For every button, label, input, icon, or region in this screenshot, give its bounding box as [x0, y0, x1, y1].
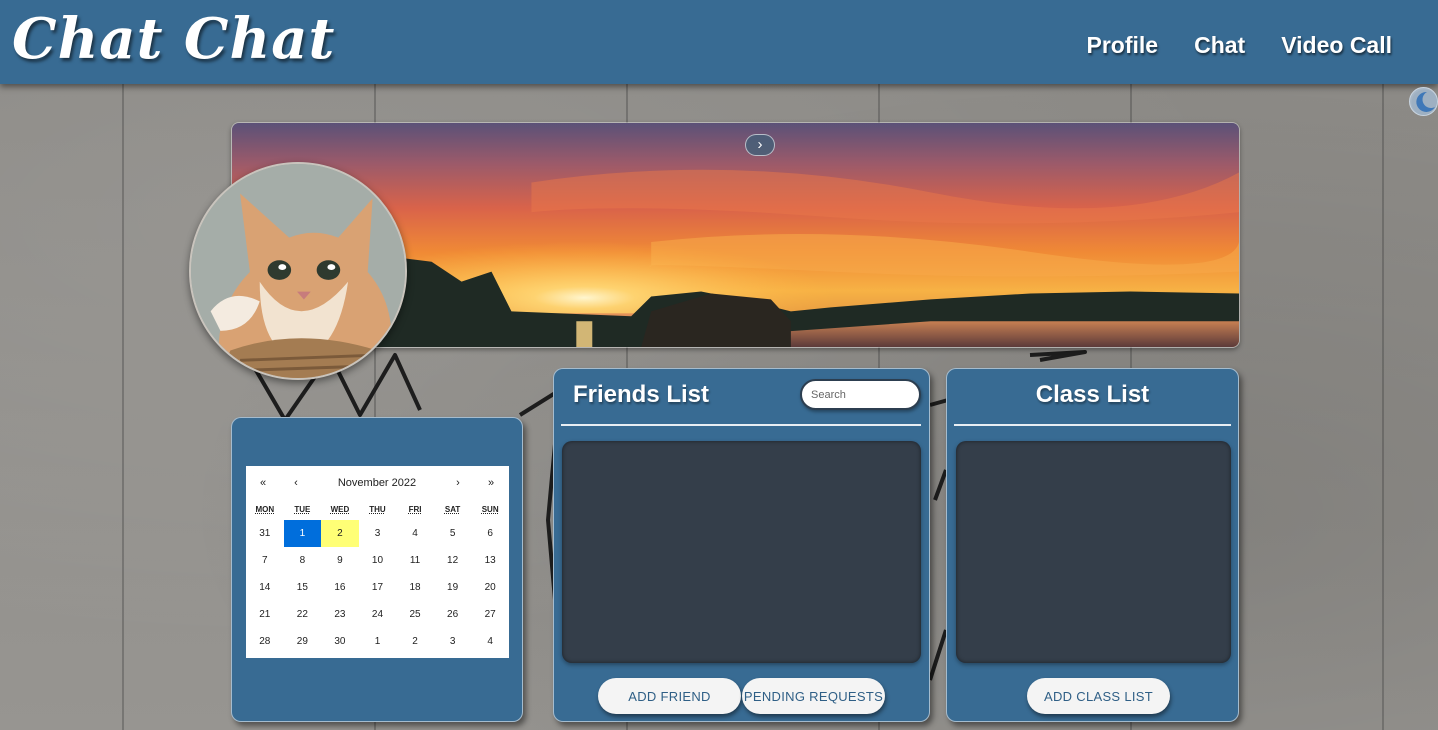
prev-month-button[interactable]: ‹ — [286, 475, 306, 491]
weekday-label: WED — [330, 505, 350, 514]
moon-icon[interactable] — [1409, 87, 1438, 116]
calendar-day[interactable]: 27 — [471, 601, 509, 628]
calendar-day[interactable]: 4 — [471, 628, 509, 655]
friends-list-area[interactable] — [562, 441, 921, 663]
calendar-day[interactable]: 29 — [284, 628, 322, 655]
calendar-day[interactable]: 14 — [246, 574, 284, 601]
add-friend-button[interactable]: ADD FRIEND — [598, 678, 741, 714]
top-navbar: Chat Chat Profile Chat Video Call — [0, 0, 1438, 84]
friends-search-input[interactable] — [800, 379, 921, 410]
calendar-day[interactable]: 20 — [471, 574, 509, 601]
next-year-button[interactable]: » — [481, 475, 501, 491]
banner-next-button[interactable]: › — [745, 134, 775, 156]
calendar-day[interactable]: 10 — [359, 547, 397, 574]
calendar-day[interactable]: 1 — [359, 628, 397, 655]
calendar-day[interactable]: 17 — [359, 574, 397, 601]
calendar-day[interactable]: 13 — [471, 547, 509, 574]
weekday-label: SAT — [444, 505, 461, 514]
calendar-day[interactable]: 18 — [396, 574, 434, 601]
pending-requests-button[interactable]: PENDING REQUESTS — [742, 678, 885, 714]
calendar-day[interactable]: 8 — [284, 547, 322, 574]
calendar-day[interactable]: 3 — [434, 628, 472, 655]
calendar-day[interactable]: 26 — [434, 601, 472, 628]
nav-links: Profile Chat Video Call — [1087, 32, 1392, 59]
calendar-day[interactable]: 2 — [396, 628, 434, 655]
calendar-day[interactable]: 2 — [321, 520, 359, 547]
calendar-day[interactable]: 16 — [321, 574, 359, 601]
weekday-label: FRI — [408, 505, 422, 514]
calendar-day[interactable]: 15 — [284, 574, 322, 601]
friends-list-title: Friends List — [573, 381, 710, 408]
calendar-day[interactable]: 24 — [359, 601, 397, 628]
divider — [954, 424, 1231, 426]
calendar: « ‹ November 2022 › » MON TUE WED THU FR… — [246, 466, 509, 658]
prev-year-button[interactable]: « — [253, 475, 273, 491]
calendar-day[interactable]: 9 — [321, 547, 359, 574]
nav-link-video-call[interactable]: Video Call — [1281, 32, 1392, 59]
class-list-title: Class List — [1035, 381, 1150, 408]
calendar-day[interactable]: 30 — [321, 628, 359, 655]
calendar-day[interactable]: 6 — [471, 520, 509, 547]
calendar-navigation: « ‹ November 2022 › » — [246, 466, 509, 500]
cat-profile-photo — [191, 164, 405, 378]
calendar-day[interactable]: 31 — [246, 520, 284, 547]
calendar-month-label[interactable]: November 2022 — [306, 475, 448, 491]
calendar-day[interactable]: 28 — [246, 628, 284, 655]
calendar-weekdays: MON TUE WED THU FRI SAT SUN — [246, 500, 509, 520]
calendar-day[interactable]: 21 — [246, 601, 284, 628]
class-list-panel: Class List ADD CLASS LIST — [946, 368, 1239, 722]
weekday-label: SUN — [481, 505, 499, 514]
calendar-panel: « ‹ November 2022 › » MON TUE WED THU FR… — [231, 417, 523, 722]
calendar-day[interactable]: 7 — [246, 547, 284, 574]
weekday-label: MON — [255, 505, 275, 514]
weekday-label: TUE — [294, 505, 311, 514]
friends-list-panel: Friends List ADD FRIEND PENDING REQUESTS — [553, 368, 930, 722]
next-month-button[interactable]: › — [448, 475, 468, 491]
calendar-day[interactable]: 12 — [434, 547, 472, 574]
calendar-day[interactable]: 23 — [321, 601, 359, 628]
avatar[interactable] — [189, 162, 407, 380]
calendar-day[interactable]: 22 — [284, 601, 322, 628]
calendar-day[interactable]: 4 — [396, 520, 434, 547]
calendar-day-grid: 31 1 2 3 4 5 6 7 8 9 10 11 12 13 14 15 16 17 18 19 20 21 22 23 2… — [246, 520, 509, 655]
calendar-day[interactable]: 19 — [434, 574, 472, 601]
calendar-day[interactable]: 3 — [359, 520, 397, 547]
nav-link-profile[interactable]: Profile — [1087, 32, 1159, 59]
calendar-day[interactable]: 25 — [396, 601, 434, 628]
calendar-day[interactable]: 5 — [434, 520, 472, 547]
class-list-area[interactable] — [956, 441, 1231, 663]
nav-link-chat[interactable]: Chat — [1194, 32, 1245, 59]
brand-logo[interactable]: Chat Chat — [12, 6, 335, 72]
calendar-day[interactable]: 11 — [396, 547, 434, 574]
divider — [561, 424, 921, 426]
weekday-label: THU — [369, 505, 386, 514]
add-class-list-button[interactable]: ADD CLASS LIST — [1027, 678, 1170, 714]
calendar-day[interactable]: 1 — [283, 520, 322, 547]
